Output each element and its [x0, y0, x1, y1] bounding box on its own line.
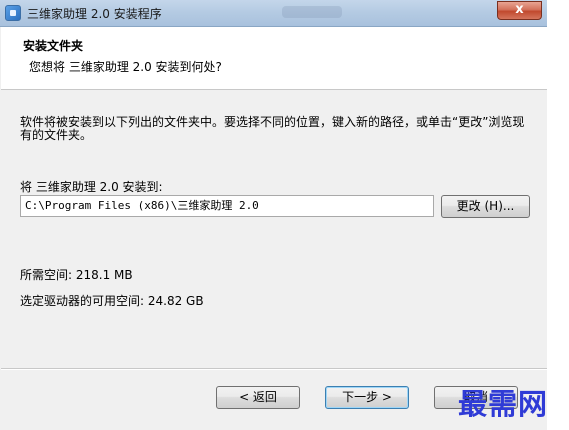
- header-title: 安装文件夹: [23, 39, 84, 53]
- close-icon: x: [515, 2, 524, 17]
- install-path-field[interactable]: C:\Program Files (x86)\三维家助理 2.0: [20, 195, 434, 217]
- space-required-text: 所需空间: 218.1 MB: [20, 268, 133, 282]
- window-title: 三维家助理 2.0 安装程序: [27, 7, 162, 21]
- close-button[interactable]: x: [497, 1, 542, 20]
- change-button[interactable]: 更改 (H)...: [441, 195, 530, 218]
- header-panel: 安装文件夹 您想将 三维家助理 2.0 安装到何处?: [1, 27, 547, 90]
- space-available-text: 选定驱动器的可用空间: 24.82 GB: [20, 294, 204, 308]
- install-location-label: 将 三维家助理 2.0 安装到:: [20, 180, 163, 194]
- back-button[interactable]: < 返回: [216, 386, 300, 409]
- installer-window: 三维家助理 2.0 安装程序 x 安装文件夹 您想将 三维家助理 2.0 安装到…: [0, 0, 547, 430]
- footer-separator: [1, 368, 547, 370]
- app-icon: [5, 5, 21, 21]
- header-subtitle: 您想将 三维家助理 2.0 安装到何处?: [29, 60, 222, 74]
- title-bar-smudge: [282, 6, 342, 18]
- description-text: 软件将被安装到以下列出的文件夹中。要选择不同的位置，键入新的路径，或单击“更改”…: [20, 115, 525, 142]
- next-button[interactable]: 下一步 >: [325, 386, 409, 409]
- site-watermark: 最需网: [458, 387, 549, 421]
- title-bar[interactable]: 三维家助理 2.0 安装程序 x: [0, 0, 547, 27]
